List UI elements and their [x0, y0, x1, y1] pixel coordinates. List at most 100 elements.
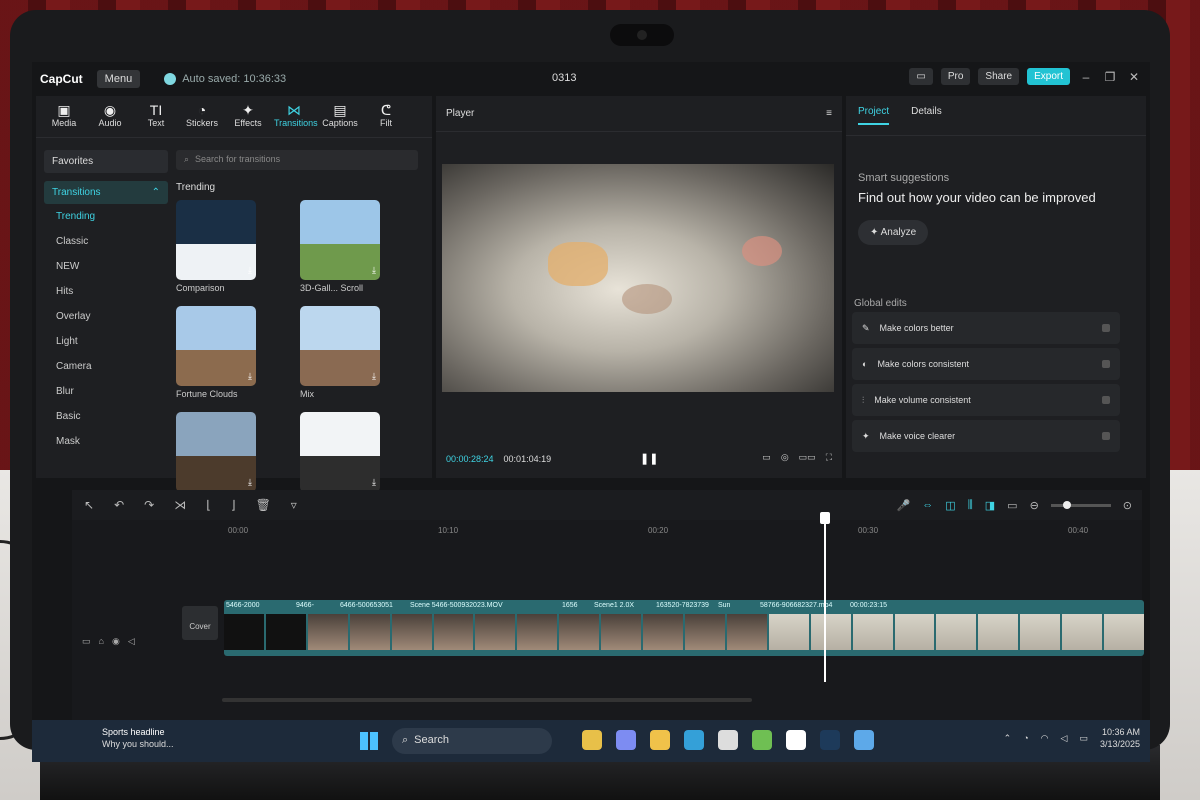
toggle-checkbox[interactable] [1102, 432, 1110, 440]
link-icon[interactable]: ⇔ [922, 499, 933, 511]
tab-text[interactable]: TI Text [136, 102, 176, 131]
menu-button[interactable]: Menu [96, 70, 141, 88]
favorites-button[interactable]: Favorites [44, 150, 168, 173]
layout-icon[interactable]: ▭ [909, 68, 933, 85]
transition-thumbnail[interactable]: ⤓ Mix [300, 306, 410, 406]
sidebar-item-new[interactable]: NEW [44, 254, 168, 279]
download-icon[interactable]: ⤓ [372, 265, 376, 276]
toggle-checkbox[interactable] [1102, 396, 1110, 404]
analyze-button[interactable]: ✦ Analyze [858, 220, 929, 245]
global-edit-item[interactable]: ◐ Make colors consistent [852, 348, 1120, 380]
clock[interactable]: 10:36 AM 3/13/2025 [1100, 726, 1140, 750]
split-track-icon[interactable]: ⫼ [968, 499, 973, 512]
search-input[interactable]: ⌕ Search for transitions [176, 150, 418, 170]
toggle-checkbox[interactable] [1102, 360, 1110, 368]
tab-filt[interactable]: ᕦ Filt [366, 102, 406, 131]
horizontal-scrollbar[interactable] [222, 698, 752, 702]
time-ruler[interactable]: 00:00 10:10 00:20 00:30 00:40 [222, 520, 1142, 546]
chrome-icon[interactable] [752, 730, 772, 750]
cover-button[interactable]: Cover [182, 606, 218, 640]
maximize-icon[interactable]: ❐ [1102, 70, 1118, 84]
sidebar-item-blur[interactable]: Blur [44, 379, 168, 404]
capcut-icon[interactable] [786, 730, 806, 750]
tab-effects[interactable]: ✦ Effects [228, 102, 268, 131]
menu-icon[interactable]: ≡ [826, 108, 832, 119]
transition-thumbnail[interactable]: ⤓ Comparison [176, 200, 286, 300]
transition-thumbnail[interactable]: ⤓ Fortune Clouds [176, 306, 286, 406]
download-icon[interactable]: ⤓ [248, 265, 252, 276]
sidebar-item-camera[interactable]: Camera [44, 354, 168, 379]
split-icon[interactable]: ⋊ [174, 498, 186, 512]
volume-icon[interactable]: ◁ [1061, 733, 1068, 744]
pause-icon[interactable]: ❚❚ [640, 452, 658, 465]
tab-transitions[interactable]: ⋈ Transitions [274, 102, 318, 131]
global-edit-item[interactable]: ✎ Make colors better [852, 312, 1120, 344]
app-icon[interactable] [854, 730, 874, 750]
sidebar-item-light[interactable]: Light [44, 329, 168, 354]
undo-icon[interactable]: ↶ [114, 498, 124, 512]
sidebar-item-classic[interactable]: Classic [44, 229, 168, 254]
lock-icon[interactable]: ⌂ [99, 636, 104, 647]
tab-media[interactable]: ▣ Media [44, 102, 84, 131]
wifi-icon[interactable]: ◠ [1041, 733, 1049, 744]
audio-track-icon[interactable]: ◨ [985, 499, 995, 512]
download-icon[interactable]: ⤓ [372, 371, 376, 382]
snap-icon[interactable]: ◫ [945, 499, 955, 512]
windows-start-icon[interactable] [360, 732, 378, 750]
close-icon[interactable]: ✕ [1126, 70, 1142, 84]
news-widget[interactable]: Sports headline Why you should... [102, 726, 174, 750]
fullscreen-icon[interactable]: ⛶ [826, 452, 832, 463]
marker-icon[interactable]: ▿ [291, 498, 297, 512]
quality-icon[interactable]: ▭▭ [799, 452, 816, 463]
playhead[interactable] [820, 512, 830, 682]
global-edit-item[interactable]: ✦ Make voice clearer [852, 420, 1120, 452]
download-icon[interactable]: ⤓ [248, 477, 252, 488]
pro-button[interactable]: Pro [940, 68, 971, 85]
export-button[interactable]: Export [1027, 68, 1070, 85]
tab-details[interactable]: Details [911, 106, 942, 125]
network-icon[interactable]: ◔ [1023, 733, 1028, 743]
store-icon[interactable] [718, 730, 738, 750]
download-icon[interactable]: ⤓ [372, 477, 376, 488]
tab-captions[interactable]: ▤ Captions [320, 102, 360, 131]
mic-icon[interactable]: 🎤 [897, 499, 911, 512]
edge-icon[interactable] [684, 730, 704, 750]
tab-stickers[interactable]: ◔ Stickers [182, 102, 222, 131]
track-icon[interactable]: ▭ [82, 636, 91, 647]
share-button[interactable]: Share [978, 68, 1020, 85]
sidebar-item-basic[interactable]: Basic [44, 404, 168, 429]
video-clip-track[interactable]: 5466-2000 9466- 6466-500653051 Scene 5466-5… [224, 600, 1144, 656]
sidebar-item-trending[interactable]: Trending [44, 204, 168, 229]
chevron-up-icon[interactable]: ⌃ [1004, 733, 1012, 744]
global-edit-item[interactable]: ⫶ Make volume consistent [852, 384, 1120, 416]
fit-icon[interactable]: ⊙ [1123, 499, 1132, 512]
zoom-out-icon[interactable]: ⊖ [1030, 499, 1039, 512]
toggle-checkbox[interactable] [1102, 324, 1110, 332]
zoom-slider[interactable] [1050, 500, 1111, 509]
video-preview[interactable] [442, 164, 834, 392]
photoshop-icon[interactable] [820, 730, 840, 750]
sidebar-item-hits[interactable]: Hits [44, 279, 168, 304]
tab-audio[interactable]: ◉ Audio [90, 102, 130, 131]
trim-left-icon[interactable]: ⌊ [206, 498, 211, 512]
folder-icon[interactable] [650, 730, 670, 750]
select-tool-icon[interactable]: ↖ [84, 498, 94, 512]
copilot-icon[interactable] [616, 730, 636, 750]
battery-icon[interactable]: ▭ [1079, 733, 1088, 744]
sidebar-item-overlay[interactable]: Overlay [44, 304, 168, 329]
trim-right-icon[interactable]: ⌋ [231, 498, 236, 512]
tab-project[interactable]: Project [858, 106, 890, 125]
sidebar-item-mask[interactable]: Mask [44, 429, 168, 454]
ratio-icon[interactable]: ▭ [762, 452, 771, 463]
file-explorer-icon[interactable] [582, 730, 602, 750]
download-icon[interactable]: ⤓ [248, 371, 252, 382]
preview-axis-icon[interactable]: ▭ [1007, 499, 1017, 512]
transition-thumbnail[interactable]: ⤓ 3D-Gall... Scroll [300, 200, 410, 300]
eye-icon[interactable]: ◉ [112, 636, 120, 647]
minimize-icon[interactable]: – [1078, 70, 1094, 84]
mute-icon[interactable]: ◁ [128, 636, 135, 647]
snapshot-icon[interactable]: ◎ [781, 452, 789, 463]
redo-icon[interactable]: ↷ [144, 498, 154, 512]
delete-icon[interactable]: 🗑 [256, 498, 271, 512]
category-transitions[interactable]: Transitions ⌃ [44, 181, 168, 204]
